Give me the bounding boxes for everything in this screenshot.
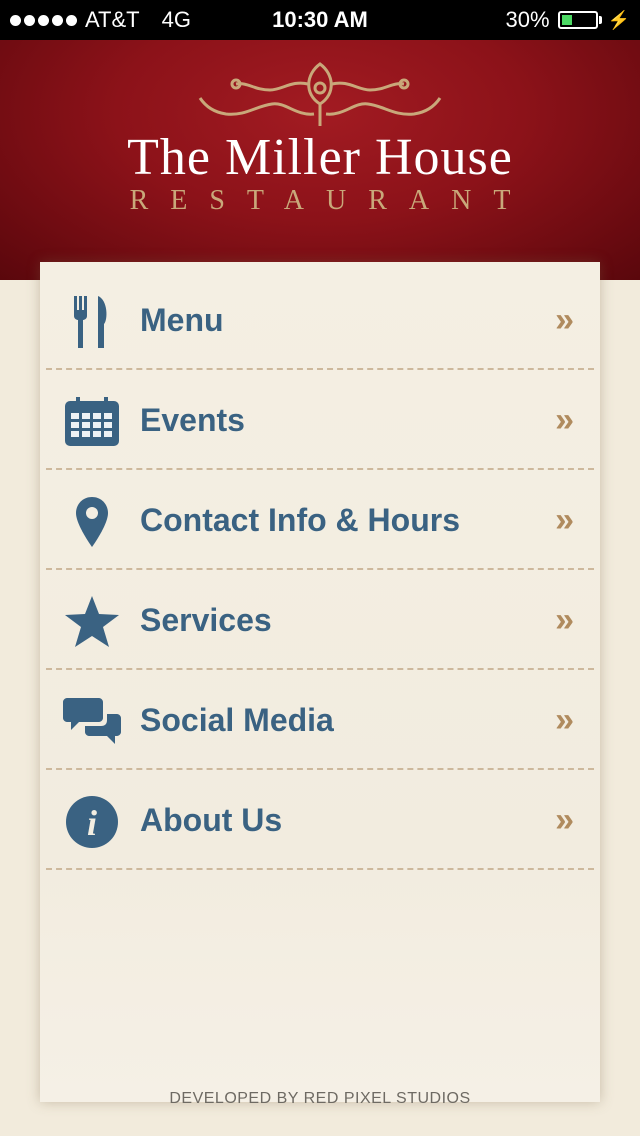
restaurant-name: The Miller House — [127, 129, 513, 186]
fork-knife-icon — [62, 292, 122, 352]
nav-item-label: Social Media — [140, 702, 334, 738]
map-pin-icon — [62, 492, 122, 552]
chevron-right-icon: » — [555, 701, 574, 739]
nav-item-label: Events — [140, 402, 245, 438]
chevron-right-icon: » — [555, 801, 574, 839]
nav-item-about[interactable]: i About Us » — [46, 770, 594, 870]
nav-item-label: About Us — [140, 802, 283, 838]
nav-item-label: Menu — [140, 302, 224, 338]
chevron-right-icon: » — [555, 301, 574, 339]
calendar-icon — [62, 392, 122, 452]
nav-list: Menu » Events » Contact Info & Hours » S… — [46, 270, 594, 870]
nav-item-social[interactable]: Social Media » — [46, 670, 594, 770]
nav-item-services[interactable]: Services » — [46, 570, 594, 670]
nav-item-label: Services — [140, 602, 272, 638]
restaurant-subtitle: RESTAURANT — [129, 185, 533, 216]
chevron-right-icon: » — [555, 501, 574, 539]
info-icon: i — [62, 792, 122, 852]
nav-item-menu[interactable]: Menu » — [46, 270, 594, 370]
battery-icon — [557, 11, 598, 29]
svg-text:i: i — [87, 803, 97, 843]
menu-panel: Menu » Events » Contact Info & Hours » S… — [40, 262, 600, 1102]
star-icon — [62, 592, 122, 652]
nav-item-contact[interactable]: Contact Info & Hours » — [46, 470, 594, 570]
status-bar: AT&T 4G 10:30 AM 30% ⚡ — [0, 0, 640, 40]
chevron-right-icon: » — [555, 401, 574, 439]
chat-bubbles-icon — [62, 692, 122, 752]
nav-item-label: Contact Info & Hours — [140, 502, 460, 538]
battery-percent: 30% — [505, 7, 550, 32]
app-header: The Miller House RESTAURANT — [0, 40, 640, 280]
developer-credit[interactable]: DEVELOPED BY RED PIXEL STUDIOS — [0, 1090, 640, 1108]
charging-icon: ⚡ — [607, 10, 630, 30]
chevron-right-icon: » — [555, 601, 574, 639]
nav-item-events[interactable]: Events » — [46, 370, 594, 470]
ornament-icon — [198, 62, 442, 126]
